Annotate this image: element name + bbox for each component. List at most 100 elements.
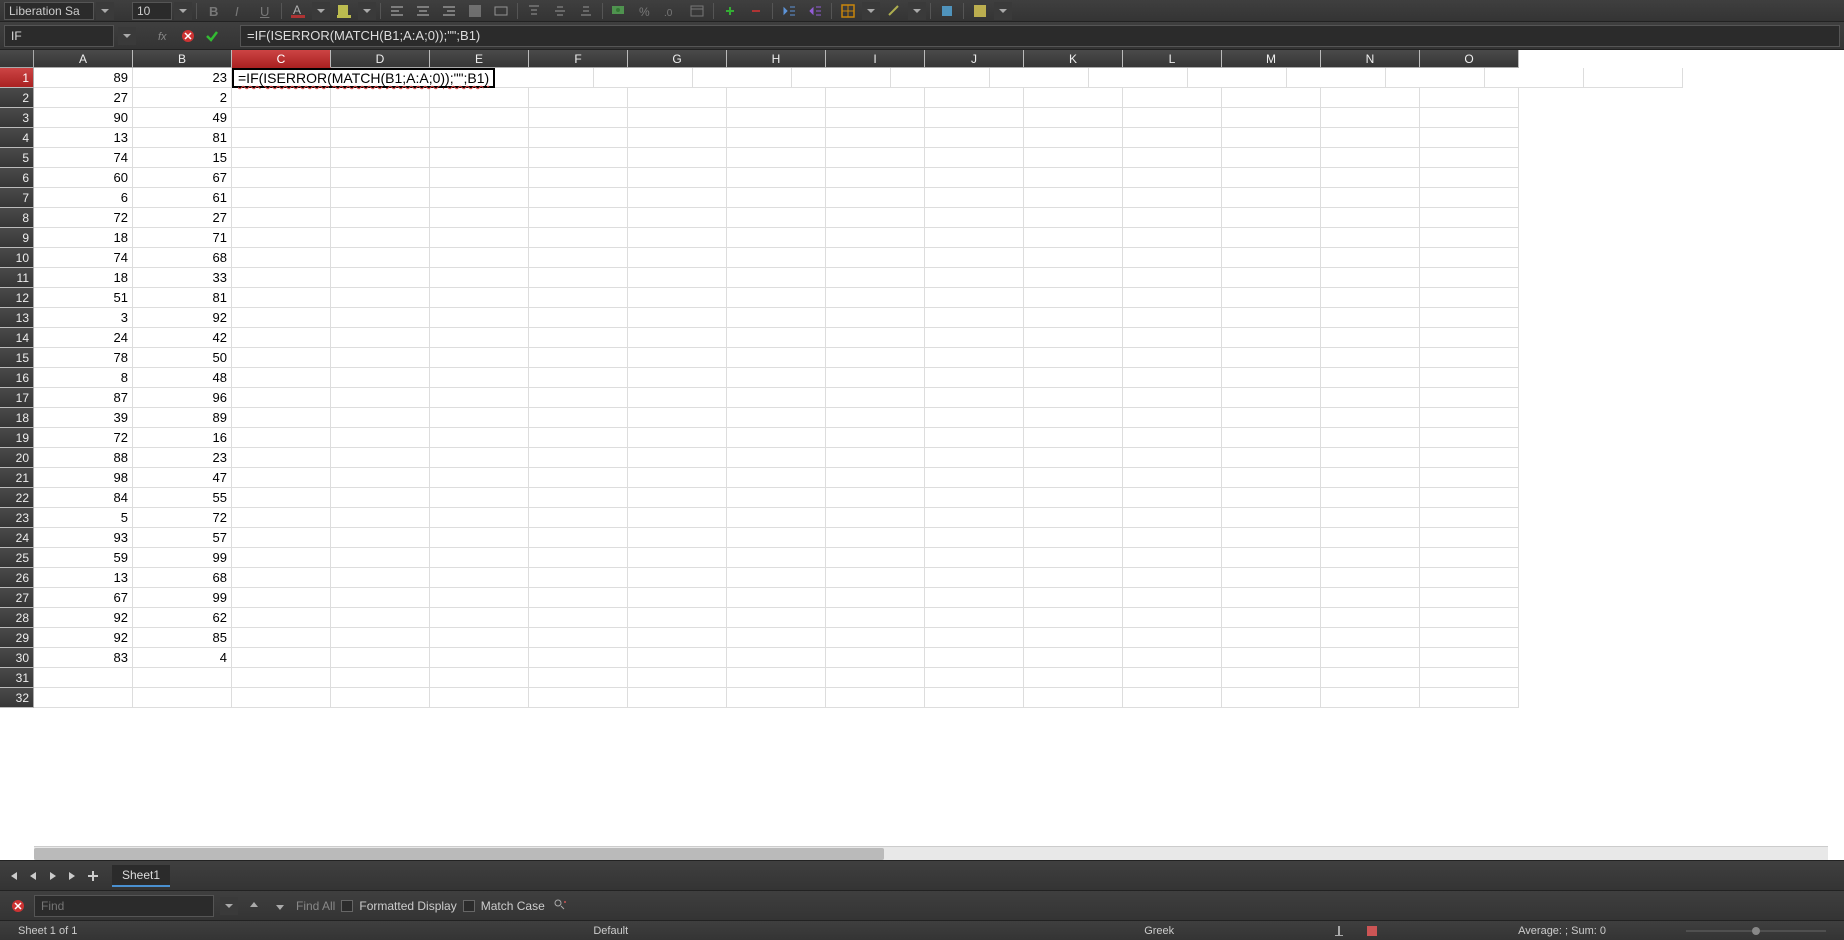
cell[interactable]	[628, 408, 727, 428]
cell[interactable]	[826, 588, 925, 608]
cell[interactable]	[430, 628, 529, 648]
cell[interactable]	[331, 428, 430, 448]
cell[interactable]	[1024, 288, 1123, 308]
cell[interactable]	[232, 508, 331, 528]
horizontal-scrollbar[interactable]	[34, 846, 1828, 860]
cell[interactable]	[232, 408, 331, 428]
add-sheet-button[interactable]	[84, 867, 102, 885]
cell[interactable]	[826, 188, 925, 208]
cell[interactable]: 48	[133, 368, 232, 388]
cell[interactable]	[232, 268, 331, 288]
name-box-dropdown[interactable]	[118, 27, 136, 45]
cell[interactable]	[1321, 548, 1420, 568]
cell[interactable]	[529, 428, 628, 448]
cell[interactable]	[925, 168, 1024, 188]
column-header[interactable]: H	[727, 50, 826, 68]
row-header[interactable]: 17	[0, 388, 34, 408]
cell[interactable]	[1222, 548, 1321, 568]
cell[interactable]	[430, 448, 529, 468]
cell[interactable]: 74	[34, 148, 133, 168]
cell[interactable]	[1321, 608, 1420, 628]
cell[interactable]	[1321, 88, 1420, 108]
cell[interactable]	[826, 468, 925, 488]
cell[interactable]	[1321, 308, 1420, 328]
cell[interactable]	[1420, 328, 1519, 348]
cell[interactable]	[628, 268, 727, 288]
cell[interactable]	[34, 688, 133, 708]
cell[interactable]	[925, 248, 1024, 268]
cell[interactable]	[529, 488, 628, 508]
cell[interactable]	[331, 648, 430, 668]
cell[interactable]: 18	[34, 268, 133, 288]
cell[interactable]	[1321, 648, 1420, 668]
cell[interactable]	[232, 528, 331, 548]
cell[interactable]: 51	[34, 288, 133, 308]
last-sheet-button[interactable]	[64, 867, 82, 885]
find-options-icon[interactable]	[551, 896, 571, 916]
cell[interactable]: 2	[133, 88, 232, 108]
cell[interactable]	[1420, 168, 1519, 188]
formula-input[interactable]: =IF(ISERROR(MATCH(B1;A:A;0));"";B1)	[240, 25, 1840, 47]
cell[interactable]: 72	[34, 428, 133, 448]
cell[interactable]	[529, 688, 628, 708]
function-wizard-icon[interactable]: fx	[154, 26, 174, 46]
cell[interactable]	[232, 188, 331, 208]
cell[interactable]: 89	[133, 408, 232, 428]
cell[interactable]	[628, 568, 727, 588]
sheet-tab-sheet1[interactable]: Sheet1	[112, 865, 170, 887]
cell[interactable]: 27	[34, 88, 133, 108]
cell[interactable]	[1089, 68, 1188, 88]
cell[interactable]	[1123, 508, 1222, 528]
cell[interactable]	[1321, 188, 1420, 208]
cell[interactable]	[529, 408, 628, 428]
cell[interactable]: 6	[34, 188, 133, 208]
cell[interactable]	[727, 508, 826, 528]
row-header[interactable]: 1	[0, 68, 34, 88]
cell[interactable]	[1321, 368, 1420, 388]
column-header[interactable]: G	[628, 50, 727, 68]
cell[interactable]	[1123, 248, 1222, 268]
cell[interactable]	[1222, 528, 1321, 548]
row-header[interactable]: 9	[0, 228, 34, 248]
cell[interactable]	[1420, 648, 1519, 668]
cell[interactable]	[1420, 668, 1519, 688]
cell[interactable]: 81	[133, 128, 232, 148]
cell[interactable]	[1321, 328, 1420, 348]
row-header[interactable]: 15	[0, 348, 34, 368]
cell[interactable]	[1024, 568, 1123, 588]
cell[interactable]	[232, 448, 331, 468]
cell[interactable]: 27	[133, 208, 232, 228]
cell[interactable]	[232, 568, 331, 588]
cell[interactable]	[529, 88, 628, 108]
cell[interactable]	[628, 528, 727, 548]
cell[interactable]	[925, 408, 1024, 428]
cell[interactable]: 49	[133, 108, 232, 128]
cell[interactable]	[826, 528, 925, 548]
cell[interactable]	[529, 248, 628, 268]
cell[interactable]	[925, 108, 1024, 128]
cell[interactable]	[1024, 488, 1123, 508]
cell[interactable]: 18	[34, 228, 133, 248]
number-format-button[interactable]: .0	[659, 2, 683, 20]
cell[interactable]	[1024, 108, 1123, 128]
cell[interactable]	[826, 408, 925, 428]
cell[interactable]	[430, 488, 529, 508]
cell[interactable]	[826, 488, 925, 508]
cell[interactable]	[1222, 388, 1321, 408]
row-header[interactable]: 32	[0, 688, 34, 708]
cell[interactable]	[1321, 408, 1420, 428]
cell[interactable]	[1321, 628, 1420, 648]
cell[interactable]	[1386, 68, 1485, 88]
cell[interactable]	[826, 168, 925, 188]
cell[interactable]	[529, 148, 628, 168]
cell[interactable]	[1123, 568, 1222, 588]
cell[interactable]	[727, 188, 826, 208]
cell[interactable]	[331, 668, 430, 688]
row-header[interactable]: 3	[0, 108, 34, 128]
column-header[interactable]: B	[133, 50, 232, 68]
cell[interactable]	[826, 328, 925, 348]
cell[interactable]	[331, 348, 430, 368]
row-header[interactable]: 26	[0, 568, 34, 588]
row-header[interactable]: 21	[0, 468, 34, 488]
cell[interactable]	[727, 368, 826, 388]
